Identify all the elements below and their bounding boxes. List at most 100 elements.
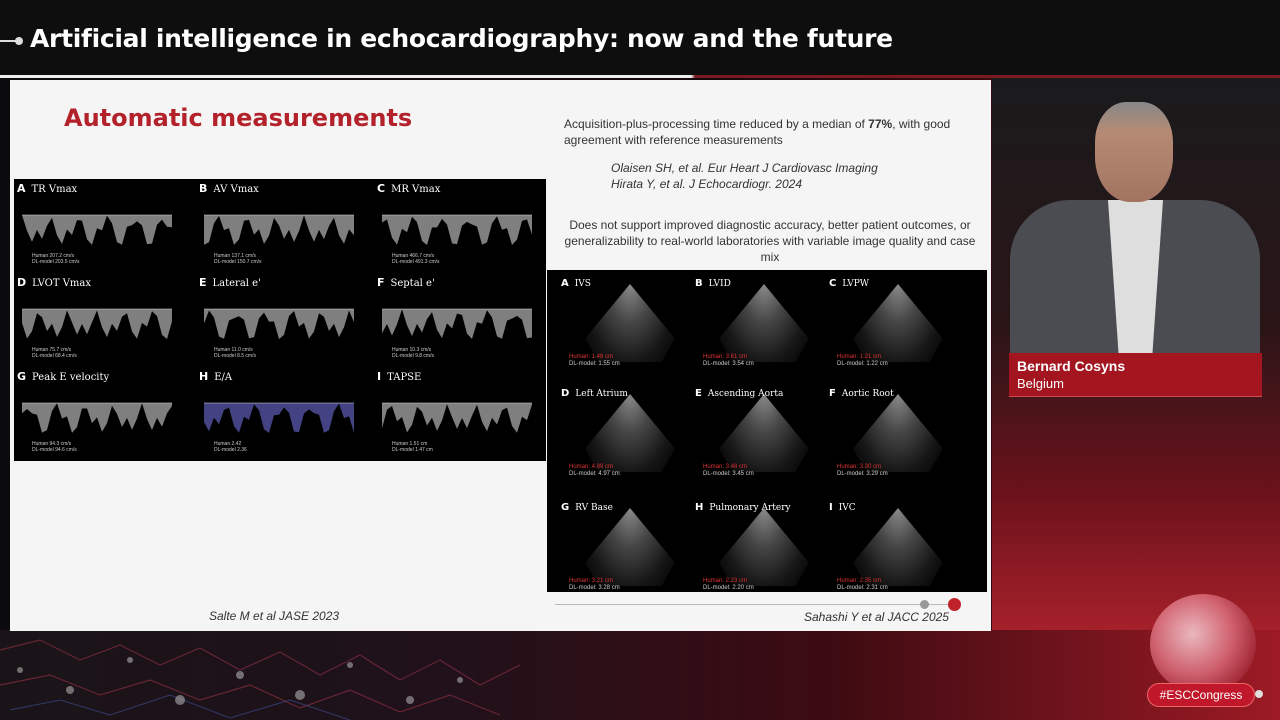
echo-panel-title: IVS: [574, 279, 591, 289]
echo-panel-title: Ascending Aorta: [707, 389, 784, 399]
doppler-panel: I TAPSE Human 1.51 cm DL-model 1.47 cm: [374, 367, 548, 457]
echo-image: [719, 508, 809, 586]
echo-image: [853, 508, 943, 586]
echo-dl-value: DL-model: 3.28 cm: [569, 585, 620, 591]
echo-human-value: Human: 3.48 cm: [703, 464, 748, 470]
doppler-dl-value: DL-model 8.5 cm/s: [214, 353, 256, 359]
speaker-name-plate: Bernard Cosyns Belgium: [1009, 353, 1262, 397]
echo-panel-letter: C: [829, 278, 837, 289]
echo-image: [719, 394, 809, 472]
echo-panel-label: C LVPW: [829, 278, 869, 289]
echo-panel-letter: G: [561, 502, 570, 513]
doppler-trace: [204, 214, 354, 245]
echo-dl-value: DL-model: 2.20 cm: [703, 585, 754, 591]
doppler-panel-label: F Septal e': [377, 276, 435, 289]
doppler-dl-value: DL-model 491.3 cm/s: [392, 259, 440, 265]
echo-panel: D Left Atrium Human: 4.89 cm DL-model: 4.97…: [555, 380, 695, 486]
doppler-panel-letter: C: [377, 182, 386, 195]
echo-panel-label: D Left Atrium: [561, 388, 628, 399]
echo-panel: H Pulmonary Artery Human: 2.23 cm DL-model:…: [689, 494, 829, 600]
left-citation: Salte M et al JASE 2023: [209, 609, 340, 623]
doppler-panel: E Lateral e' Human 11.0 cm/s DL-model 8.5 c…: [196, 273, 370, 363]
echo-measurement: Human: 3.61 cm DL-model: 3.54 cm: [703, 354, 754, 368]
doppler-panel-letter: E: [199, 276, 207, 289]
doppler-dl-value: DL-model 9.8 cm/s: [392, 353, 434, 359]
doppler-measurement: Human 2.42 DL-model 2.36: [214, 441, 247, 453]
echo-human-value: Human: 3.61 cm: [703, 354, 748, 360]
doppler-trace: [22, 402, 172, 433]
echo-panel: B LVID Human: 3.61 cm DL-model: 3.54 cm: [689, 270, 829, 376]
echo-panel-letter: H: [695, 502, 704, 513]
speaker-video: [1000, 90, 1270, 360]
doppler-panel-label: I TAPSE: [377, 370, 421, 383]
doppler-measurement: Human 466.7 cm/s DL-model 491.3 cm/s: [392, 253, 440, 265]
doppler-panel: C MR Vmax Human 466.7 cm/s DL-model 491.3 c…: [374, 179, 548, 269]
speaker-head: [1095, 102, 1173, 202]
doppler-measurement: Human 137.1 cm/s DL-model 150.7 cm/s: [214, 253, 262, 265]
echo-dl-value: DL-model: 2.31 cm: [837, 585, 888, 591]
progress-dot-current: [948, 598, 961, 611]
doppler-panel: F Septal e' Human 10.3 cm/s DL-model 9.8 cm…: [374, 273, 548, 363]
doppler-trace: [382, 214, 532, 245]
ref-1: Olaisen SH, et al. Eur Heart J Cardiovas…: [611, 161, 878, 175]
presentation-slide: Automatic measurements A TR Vmax Human 207…: [10, 80, 991, 631]
doppler-measurement: Human 94.3 cm/s DL-model 94.6 cm/s: [32, 441, 77, 453]
hashtag-dot: [1255, 690, 1263, 698]
echo-panel-label: G RV Base: [561, 502, 613, 513]
speaker-country: Belgium: [1017, 376, 1064, 391]
echo-human-value: Human: 4.89 cm: [569, 464, 614, 470]
doppler-measurement: Human 1.51 cm DL-model 1.47 cm: [392, 441, 433, 453]
doppler-trace: [22, 214, 172, 245]
doppler-panel-label: G Peak E velocity: [17, 370, 109, 383]
doppler-trace: [22, 308, 172, 339]
echo-dl-value: DL-model: 3.54 cm: [703, 361, 754, 367]
echo-dl-value: DL-model: 1.55 cm: [569, 361, 620, 367]
echo-panel-label: A IVS: [561, 278, 591, 289]
doppler-measurements-figure: A TR Vmax Human 207.2 cm/s DL-model 203.5 c…: [14, 179, 546, 461]
doppler-panel-label: H E/A: [199, 370, 232, 383]
echo-panel-label: E Ascending Aorta: [695, 388, 783, 399]
ref-2: Hirata Y, et al. J Echocardiogr. 2024: [611, 177, 803, 191]
echo-measurement: Human: 2.35 cm DL-model: 2.31 cm: [837, 578, 888, 592]
echo-measurement: Human: 1.48 cm DL-model: 1.55 cm: [569, 354, 620, 368]
echo-panel: C LVPW Human: 1.21 cm DL-model: 1.22 cm: [823, 270, 963, 376]
session-title: Artificial intelligence in echocardiogra…: [30, 24, 893, 53]
echo-panel-title: IVC: [838, 503, 856, 513]
echo-panel-label: I IVC: [829, 502, 856, 513]
echo-human-value: Human: 2.23 cm: [703, 578, 748, 584]
echo-measurements-figure: A IVS Human: 1.48 cm DL-model: 1.55 cm B LVID…: [547, 270, 987, 592]
echo-image: [719, 284, 809, 362]
echo-panel-title: LVID: [708, 279, 731, 289]
echo-human-value: Human: 3.21 cm: [569, 578, 614, 584]
echo-measurement: Human: 3.48 cm DL-model: 3.45 cm: [703, 464, 754, 478]
echo-measurement: Human: 3.21 cm DL-model: 3.28 cm: [569, 578, 620, 592]
doppler-panel: H E/A Human 2.42 DL-model 2.36: [196, 367, 370, 457]
echo-panel: F Aortic Root Human: 3.30 cm DL-model: 3.29…: [823, 380, 963, 486]
doppler-trace: [382, 308, 532, 339]
doppler-panel-label: C MR Vmax: [377, 182, 440, 195]
doppler-panel-label: D LVOT Vmax: [17, 276, 91, 289]
right-citation: Sahashi Y et al JACC 2025: [804, 610, 949, 624]
echo-panel-letter: A: [561, 278, 569, 289]
echo-human-value: Human: 3.30 cm: [837, 464, 882, 470]
echo-panel: I IVC Human: 2.35 cm DL-model: 2.31 cm: [823, 494, 963, 600]
echo-image: [853, 284, 943, 362]
globe-graphic: [1150, 594, 1256, 694]
hashtag-badge: #ESCCongress: [1147, 683, 1255, 707]
doppler-panel-title: E/A: [214, 372, 233, 383]
echo-panel-title: Pulmonary Artery: [709, 503, 791, 513]
echo-panel-letter: I: [829, 502, 833, 513]
echo-panel-title: Left Atrium: [575, 389, 628, 399]
doppler-panel: G Peak E velocity Human 94.3 cm/s DL-model …: [14, 367, 188, 457]
doppler-panel-title: AV Vmax: [213, 184, 259, 195]
doppler-measurement: Human 207.2 cm/s DL-model 203.5 cm/s: [32, 253, 80, 265]
doppler-panel-title: TAPSE: [387, 372, 422, 383]
finding-1-highlight: 77%: [868, 117, 893, 131]
finding-1: Acquisition-plus-processing time reduced…: [564, 116, 974, 148]
echo-panel-title: LVPW: [842, 279, 870, 289]
doppler-panel-label: E Lateral e': [199, 276, 261, 289]
echo-dl-value: DL-model: 3.29 cm: [837, 471, 888, 477]
echo-panel-letter: E: [695, 388, 702, 399]
doppler-panel-letter: H: [199, 370, 209, 383]
echo-panel-letter: D: [561, 388, 570, 399]
